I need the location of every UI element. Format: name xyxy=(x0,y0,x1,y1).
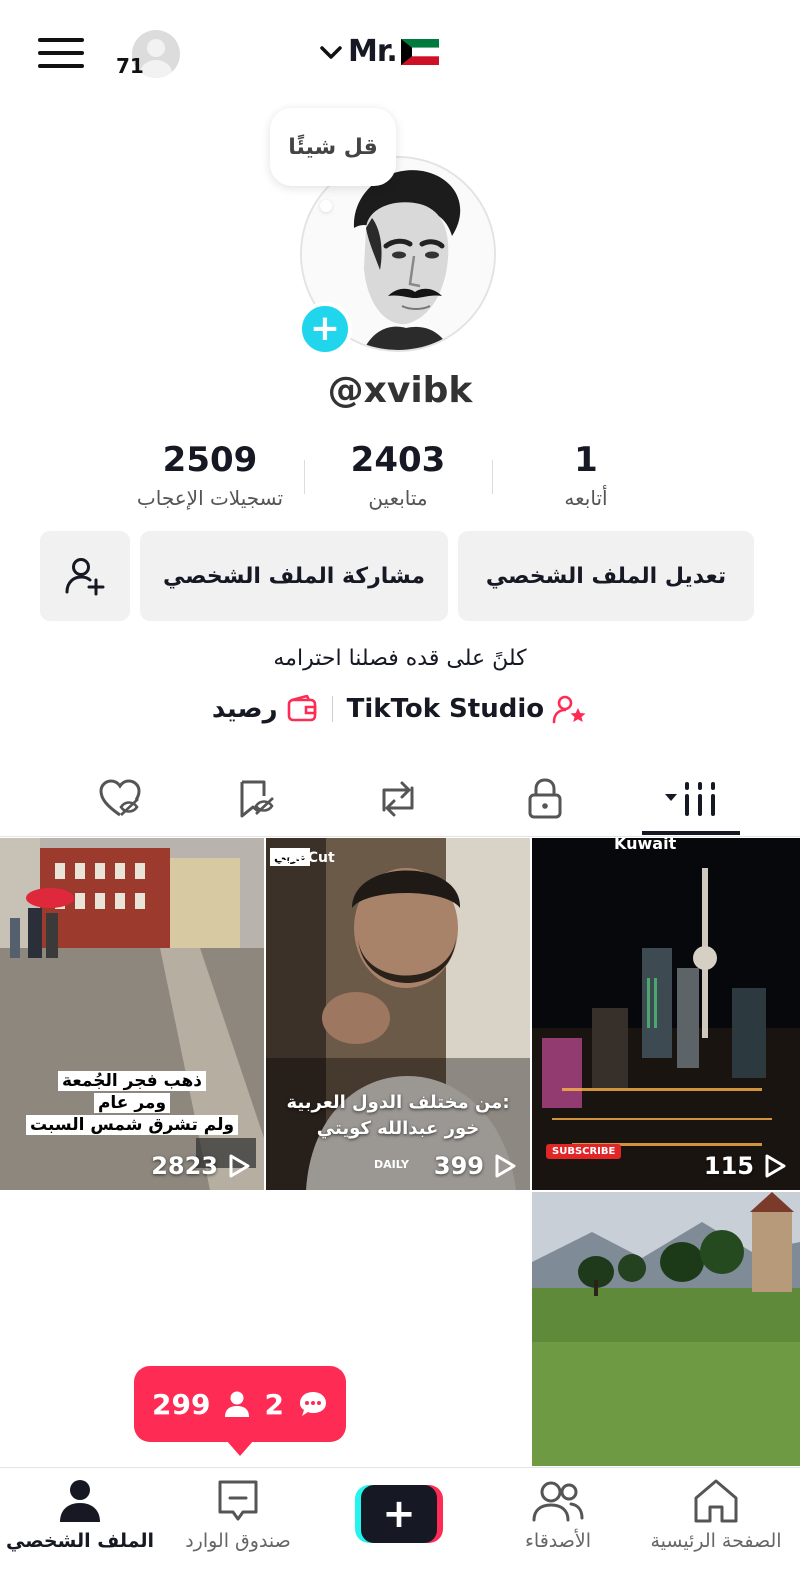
video-thumbnail-street xyxy=(0,838,264,1190)
friends-icon xyxy=(532,1481,584,1522)
tiktok-studio-label: TikTok Studio xyxy=(346,694,545,724)
nav-label: صندوق الوارد xyxy=(185,1530,291,1552)
profile-icon xyxy=(60,1480,100,1522)
lock-icon xyxy=(528,778,562,819)
view-count: 115 xyxy=(704,1152,786,1180)
creator-star-icon xyxy=(552,695,586,724)
caption-line: ذهب فجر الجُمعة xyxy=(57,1071,207,1091)
likes-count: 2509 xyxy=(162,440,258,480)
links-divider xyxy=(331,696,333,722)
nav-label: الملف الشخصي xyxy=(5,1530,154,1552)
liked-hidden-icon xyxy=(99,779,141,817)
profile-links: رصيد TikTok Studio xyxy=(0,694,800,724)
note-bubble[interactable]: قل شيئًا xyxy=(270,108,396,186)
bottom-nav-divider xyxy=(0,1467,800,1468)
followers-stat[interactable]: 2403 متابعين xyxy=(298,440,498,510)
video-tile-2[interactable]: عربي CapCut من مختلف الدول العربية: خور … xyxy=(266,838,530,1190)
videos-grid-icon xyxy=(665,782,715,816)
account-switcher-avatar[interactable]: 71 xyxy=(116,30,180,80)
subscribe-badge: SUBSCRIBE xyxy=(546,1144,622,1159)
create-button[interactable]: + xyxy=(355,1485,443,1543)
video-thumbnail-meadow xyxy=(532,1192,800,1466)
video-tile-3[interactable]: Kuwait SUBSCRIBE 115 xyxy=(532,838,800,1190)
username: @xvibk xyxy=(327,370,473,411)
bio: كلنً على قده فصلنا احترامه xyxy=(273,646,527,671)
add-friends-button[interactable] xyxy=(40,531,130,621)
nav-friends[interactable]: الأصدقاء xyxy=(478,1478,638,1574)
tab-videos[interactable] xyxy=(650,770,730,828)
play-icon xyxy=(765,1154,786,1178)
following-count: 1 xyxy=(574,440,598,480)
video-tile-4[interactable] xyxy=(532,1192,800,1466)
view-count: 2823 xyxy=(151,1152,250,1180)
video-thumbnail-city-night xyxy=(532,838,800,1190)
daily-tag: DAILY xyxy=(374,1158,409,1171)
view-count-value: 115 xyxy=(703,1152,754,1180)
view-count-value: 2823 xyxy=(151,1152,218,1180)
nav-label: الصفحة الرئيسية xyxy=(650,1530,782,1552)
wallet-icon xyxy=(287,695,316,722)
caption-line: ومر عام xyxy=(93,1093,171,1113)
comment-icon xyxy=(299,1392,326,1416)
hamburger-menu-icon[interactable] xyxy=(38,38,84,72)
view-count-value: 399 xyxy=(433,1152,484,1180)
video-tile-1[interactable]: ذهب فجر الجُمعة ومر عام ولم تشرق شمس الس… xyxy=(0,838,264,1190)
nav-profile[interactable]: الملف الشخصي xyxy=(0,1478,160,1574)
account-name: Mr. xyxy=(348,34,398,69)
repost-icon xyxy=(382,781,414,817)
balance-link[interactable]: رصيد xyxy=(212,694,318,724)
share-profile-button[interactable]: مشاركة الملف الشخصي xyxy=(140,531,448,621)
note-bubble-dot xyxy=(320,200,332,212)
caption-line: ولم تشرق شمس السبت xyxy=(25,1115,239,1135)
nav-home[interactable]: الصفحة الرئيسية xyxy=(636,1478,796,1574)
view-count: 399 xyxy=(434,1152,516,1180)
notification-count: 71 xyxy=(116,54,144,78)
tab-private[interactable] xyxy=(505,770,585,828)
likes-label: تسجيلات الإعجاب xyxy=(136,486,284,510)
tabs-divider xyxy=(0,836,800,837)
inbox-icon xyxy=(218,1480,258,1521)
edit-profile-button[interactable]: تعديل الملف الشخصي xyxy=(458,531,754,621)
plus-icon: + xyxy=(361,1485,437,1543)
location-label: Kuwait xyxy=(614,838,677,853)
activity-toast[interactable]: 299 2 xyxy=(134,1366,346,1442)
nav-label: الأصدقاء xyxy=(524,1530,592,1552)
add-story-plus-icon[interactable]: + xyxy=(298,302,352,356)
kuwait-flag-icon xyxy=(400,38,439,65)
toast-followers-count: 299 xyxy=(152,1387,211,1421)
tab-liked-private[interactable] xyxy=(80,770,160,828)
video-caption: من مختلف الدول العربية: خور عبدالله كويت… xyxy=(266,1090,530,1142)
add-user-icon xyxy=(65,558,105,596)
following-label: أتابعه xyxy=(564,486,608,510)
person-icon xyxy=(225,1391,250,1417)
play-icon xyxy=(495,1154,516,1178)
capcut-badge: CapCut xyxy=(278,850,335,866)
bookmark-hidden-icon xyxy=(240,780,274,818)
video-caption: ذهب فجر الجُمعة ومر عام ولم تشرق شمس الس… xyxy=(0,1070,264,1136)
caption-line: خور عبدالله كويتي xyxy=(316,1118,480,1139)
followers-label: متابعين xyxy=(368,486,428,510)
following-stat[interactable]: 1 أتابعه xyxy=(486,440,686,510)
nav-inbox[interactable]: صندوق الوارد xyxy=(158,1478,318,1574)
chevron-down-icon xyxy=(320,45,342,59)
account-title[interactable]: Mr. xyxy=(318,34,439,69)
tab-favorites-private[interactable] xyxy=(216,770,296,828)
likes-stat[interactable]: 2509 تسجيلات الإعجاب xyxy=(110,440,310,510)
tiktok-studio-link[interactable]: TikTok Studio xyxy=(347,694,588,724)
play-icon xyxy=(229,1154,250,1178)
home-icon xyxy=(694,1479,738,1523)
followers-count: 2403 xyxy=(350,440,446,480)
tab-reposts[interactable] xyxy=(358,770,438,828)
balance-label: رصيد xyxy=(211,694,278,724)
caption-line: من مختلف الدول العربية: xyxy=(286,1092,510,1113)
active-tab-indicator xyxy=(642,831,740,835)
toast-comments-count: 2 xyxy=(264,1387,284,1421)
toast-pointer xyxy=(226,1440,254,1456)
